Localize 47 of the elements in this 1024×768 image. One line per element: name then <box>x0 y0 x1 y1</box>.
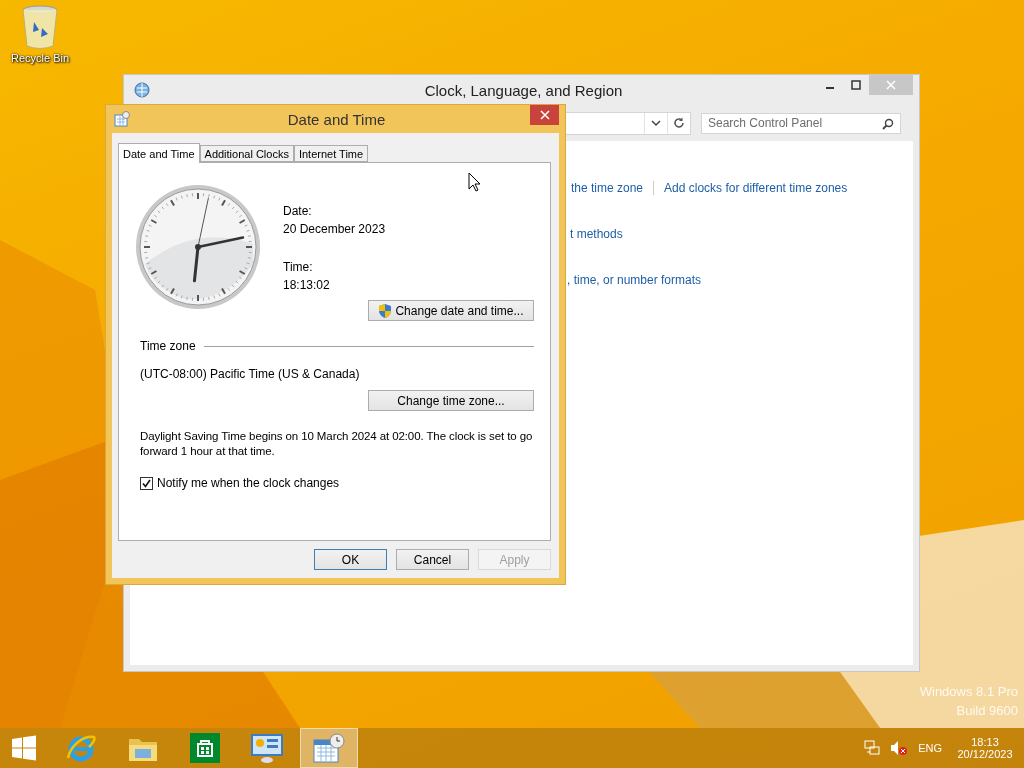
settings-link[interactable]: the time zone <box>571 181 644 195</box>
section-heading: Time zone <box>140 338 196 354</box>
close-icon <box>539 110 550 120</box>
maximize-icon <box>851 80 861 90</box>
dialog-button[interactable]: Cancel <box>396 549 469 570</box>
settings-link[interactable]: Add clocks for different time zones <box>664 181 848 195</box>
taskbar-button[interactable] <box>300 728 358 768</box>
calendar-icon <box>114 111 130 127</box>
watermark-text: Windows 8.1 Pro <box>919 684 1018 699</box>
globe-icon <box>134 82 150 98</box>
shield-icon <box>378 303 393 318</box>
date-value: 20 December 2023 <box>283 221 386 237</box>
windows-logo-icon <box>11 735 37 761</box>
mouse-cursor-icon <box>468 172 481 192</box>
search-field[interactable]: Search Control Panel <box>701 112 901 134</box>
settings-link[interactable]: t methods <box>570 227 623 241</box>
watermark-text: Build 9600 <box>956 703 1018 718</box>
dialog-button[interactable]: OK <box>314 549 387 570</box>
network-icon[interactable] <box>864 740 881 756</box>
close-button[interactable] <box>530 105 559 125</box>
time-zone-value: (UTC-08:00) Pacific Time (US & Canada) <box>140 366 361 382</box>
close-icon <box>886 80 896 90</box>
checkbox-label: Notify me when the clock changes <box>157 475 340 491</box>
minimize-icon <box>826 87 834 89</box>
window-title: Date and Time <box>286 110 387 128</box>
change-time-zone-button[interactable]: Change time zone... <box>368 390 534 411</box>
settings-link[interactable]: , time, or number formats <box>567 273 702 287</box>
dst-note: Daylight Saving Time begins on 10 March 2024 at 02:00. The clock is set to go forward 1 hour at that time. <box>140 429 534 459</box>
refresh-icon[interactable] <box>673 117 685 129</box>
icon-label: Recycle Bin <box>10 52 70 64</box>
dropdown-icon[interactable] <box>651 119 661 127</box>
monitor-icon <box>250 732 284 764</box>
date-label: Date: <box>283 203 313 219</box>
window-title: Clock, Language, and Region <box>423 81 624 99</box>
calendar-clock-icon <box>312 732 346 764</box>
store-icon <box>190 733 220 763</box>
tab[interactable]: Date and Time <box>118 143 200 163</box>
recycle-bin-icon[interactable] <box>20 4 60 50</box>
tab[interactable]: Internet Time <box>293 145 369 162</box>
change-date-time-button[interactable]: Change date and time... <box>368 300 534 321</box>
time-value: 18:13:02 <box>283 277 331 293</box>
browser-icon <box>65 732 97 764</box>
checkbox[interactable] <box>140 476 153 490</box>
search-icon[interactable] <box>882 117 894 130</box>
speaker-muted-icon[interactable] <box>890 740 909 756</box>
time-label: Time: <box>283 259 314 275</box>
tab[interactable]: Additional Clocks <box>199 145 294 162</box>
